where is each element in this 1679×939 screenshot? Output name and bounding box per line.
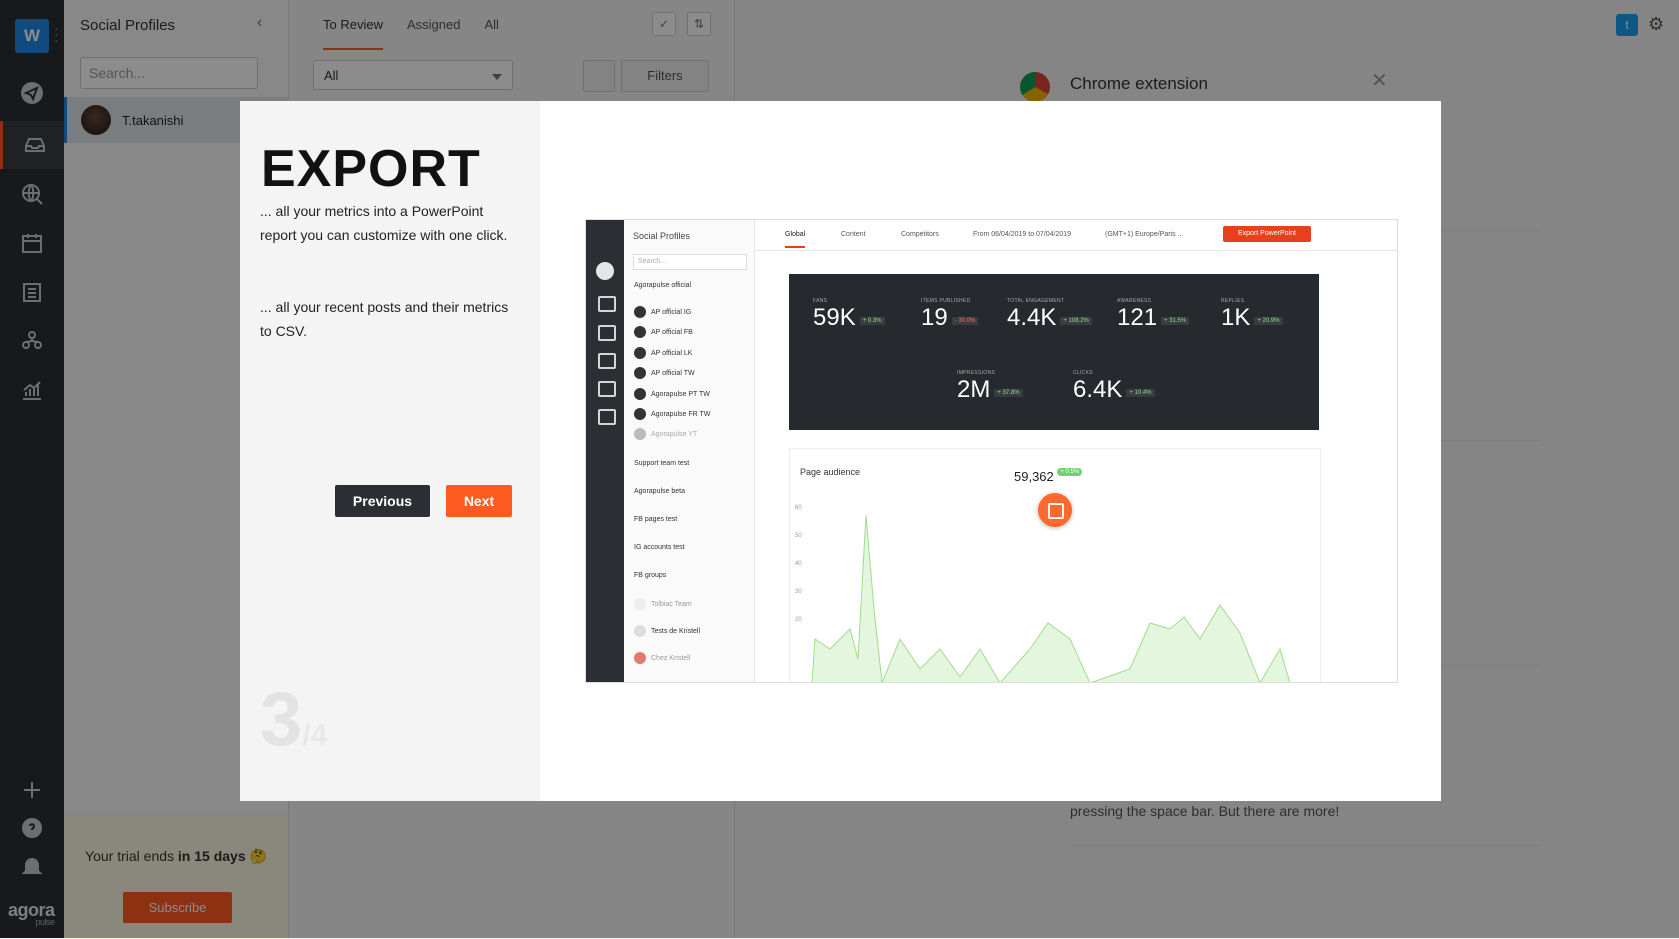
modal-text-powerpoint: ... all your metrics into a PowerPoint r…	[260, 203, 508, 243]
svg-text:60: 60	[795, 505, 802, 511]
svg-text:50: 50	[795, 533, 802, 539]
metric: IMPRESSIONS 2M + 37.8%	[957, 370, 1023, 404]
svg-text:40: 40	[795, 561, 802, 567]
preview-profile: AP official IG	[634, 306, 691, 318]
step-indicator: 3/4	[260, 677, 328, 762]
preview-profile: AP official FB	[634, 326, 693, 338]
preview-profile: Agorapulse PT TW	[634, 388, 710, 400]
preview-group: Agorapulse official	[634, 282, 692, 289]
preview-reports-icon	[598, 409, 616, 425]
metric: FANS 59K + 0.3%	[813, 298, 885, 332]
chat-launcher-icon[interactable]	[1038, 493, 1072, 527]
preview-col-title: Social Profiles	[633, 231, 691, 241]
export-preview-image: Social Profiles Search... Agorapulse off…	[585, 219, 1398, 683]
preview-group: Support team test	[634, 460, 690, 467]
onboarding-modal: EXPORT ... all your metrics into a Power…	[240, 101, 1441, 801]
preview-profile: Agorapulse YT	[634, 428, 697, 440]
preview-group: FB pages test	[634, 516, 678, 523]
metric: TOTAL ENGAGEMENT 4.4K + 108.2%	[1007, 298, 1092, 332]
metric: CLICKS 6.4K + 10.4%	[1073, 370, 1155, 404]
preview-metrics-panel: FANS 59K + 0.3% ITEMS PUBLISHED 19- 30.0% T…	[789, 274, 1319, 430]
previous-button[interactable]: Previous	[335, 485, 430, 517]
preview-fans: 59,362 + 0.5%	[1014, 468, 1083, 484]
preview-profile: Agorapulse FR TW	[634, 408, 710, 420]
preview-export-button: Export PowerPoint	[1223, 226, 1311, 242]
preview-listening-icon	[598, 325, 616, 341]
next-button[interactable]: Next	[446, 485, 512, 517]
preview-search: Search...	[633, 254, 747, 270]
preview-group: IG accounts test	[634, 544, 685, 551]
svg-text:20: 20	[795, 617, 802, 623]
modal-text-panel: EXPORT ... all your metrics into a Power…	[240, 101, 540, 801]
preview-group: Agorapulse beta	[634, 488, 685, 495]
preview-team-icon	[598, 381, 616, 397]
preview-group: FB groups	[634, 572, 667, 579]
preview-profile: Tests de Kristell	[634, 625, 700, 637]
preview-tabs: Global Content Competitors From 06/04/20…	[755, 220, 1397, 251]
preview-audience-card: Page audience 59,362 + 0.5% 60 50 40 30 …	[789, 448, 1321, 682]
metric: ITEMS PUBLISHED 19- 30.0%	[921, 298, 979, 332]
preview-profile: Chez Kristell	[634, 652, 690, 664]
preview-profile: AP official LK	[634, 347, 692, 359]
preview-publish-icon	[596, 262, 614, 280]
preview-profiles-column: Social Profiles Search... Agorapulse off…	[624, 220, 755, 682]
preview-card-title: Page audience	[800, 467, 861, 477]
modal-text-csv: ... all your recent posts and their metr…	[260, 299, 509, 339]
metric: REPLIES 1K + 20.9%	[1221, 298, 1283, 332]
preview-inbox-icon	[598, 296, 616, 312]
preview-profile: Tolbiac Team	[634, 598, 692, 610]
preview-rail	[586, 220, 624, 682]
svg-text:30: 30	[795, 589, 802, 595]
metric: AWARENESS 121 + 31.5%	[1117, 298, 1190, 332]
preview-main: Global Content Competitors From 06/04/20…	[755, 220, 1397, 682]
preview-profile: AP official TW	[634, 367, 695, 379]
modal-title: EXPORT	[261, 140, 481, 198]
preview-calendar-icon	[598, 353, 616, 369]
